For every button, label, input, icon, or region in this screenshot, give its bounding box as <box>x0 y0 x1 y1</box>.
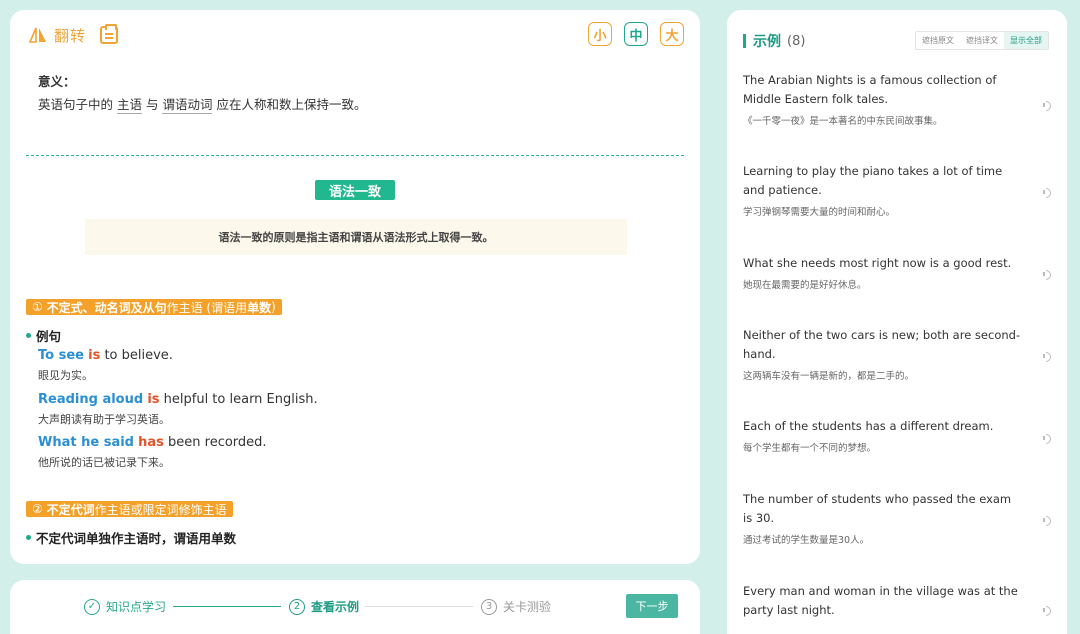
examples-title: 示例 <box>753 34 781 50</box>
font-large-button[interactable]: 大 <box>660 22 684 46</box>
example-rest: helpful to learn English. <box>159 392 318 407</box>
knowledge-panel: 翻转 小 中 大 意义： 英语句子中的 主语 与 谓语动词 应在人称和数上保持一… <box>10 10 700 564</box>
display-mode-tabs: 遮挡原文 遮挡译文 显示全部 <box>915 31 1049 50</box>
example-zh: 眼见为实。 <box>38 369 93 382</box>
sentence-zh: 《一千零一夜》是一本著名的中东民间故事集。 <box>743 116 943 127</box>
list-item: Every man and woman in the village was a… <box>743 582 1051 624</box>
meaning-mid: 与 <box>142 97 163 112</box>
stepper-bar: ✓ 知识点学习 2 查看示例 3 关卡测验 下一步 <box>10 580 700 634</box>
list-item: The Arabian Nights is a famous collectio… <box>743 71 1051 127</box>
example-item: To see is to believe. 眼见为实。 <box>38 348 173 383</box>
example-en: What he said has been recorded. <box>38 435 267 450</box>
font-small-button[interactable]: 小 <box>588 22 612 46</box>
step-examples-label: 查看示例 <box>311 600 360 614</box>
step-examples[interactable]: 2 查看示例 <box>289 598 359 615</box>
sentence-en: What she needs most right now is a good … <box>743 256 1012 270</box>
example-zh: 大声朗读有助于学习英语。 <box>38 413 170 426</box>
speaker-icon[interactable] <box>1043 605 1051 616</box>
speaker-icon[interactable] <box>1043 187 1051 198</box>
step-number-icon: 2 <box>289 598 305 615</box>
example-item: Reading aloud is helpful to learn Englis… <box>38 392 318 427</box>
example-subject: To see <box>38 348 84 363</box>
example-item: What he said has been recorded. 他所说的话已被记… <box>38 435 267 470</box>
section-1-bold2: 单数 <box>247 300 272 315</box>
section-1-end: ) <box>271 300 276 314</box>
section-2-bold: 不定代词 <box>46 502 95 517</box>
sentence-en: Each of the students has a different dre… <box>743 419 994 433</box>
step-connector <box>173 606 281 607</box>
divider <box>26 155 684 156</box>
example-zh: 他所说的话已被记录下来。 <box>38 456 170 469</box>
meaning-title: 意义： <box>38 74 76 89</box>
tab-hide-original[interactable]: 遮挡原文 <box>916 32 960 49</box>
list-item: The number of students who passed the ex… <box>743 490 1051 546</box>
section-2-tag: ② 不定代词 作主语或限定词修饰主语 <box>26 501 233 517</box>
flip-icon[interactable] <box>28 26 48 44</box>
list-item: Learning to play the piano takes a lot o… <box>743 162 1051 218</box>
examples-count: (8) <box>787 33 806 49</box>
section-1-plain: 作主语 (谓语用 <box>166 300 248 315</box>
sentence-zh: 每个学生都有一个不同的梦想。 <box>743 443 877 454</box>
panel-header: 翻转 <box>28 24 119 46</box>
example-verb: is <box>88 348 101 363</box>
check-icon: ✓ <box>84 598 100 615</box>
rule-bullet: 不定代词单独作主语时，谓语用单数 <box>26 528 236 547</box>
example-subject: Reading aloud <box>38 392 144 407</box>
sentence-zh: 这两辆车没有一辆是新的，都是二手的。 <box>743 371 915 382</box>
sentence-en: The number of students who passed the ex… <box>743 492 1012 525</box>
speaker-icon[interactable] <box>1043 351 1051 362</box>
examples-panel: 示例 (8) 遮挡原文 遮挡译文 显示全部 The Arabian Nights… <box>727 10 1067 634</box>
term-subject[interactable]: 主语 <box>116 97 142 114</box>
sentence-en: Every man and woman in the village was a… <box>743 584 1018 617</box>
sentence-en: The Arabian Nights is a famous collectio… <box>743 73 997 106</box>
meaning-prefix: 英语句子中的 <box>38 97 117 112</box>
tab-show-all[interactable]: 显示全部 <box>1004 32 1048 49</box>
meaning-suffix: 应在人称和数上保持一致。 <box>212 97 367 112</box>
example-verb: is <box>147 392 160 407</box>
list-item: What she needs most right now is a good … <box>743 254 1051 291</box>
example-verb: has <box>138 435 164 450</box>
font-medium-button[interactable]: 中 <box>624 22 648 46</box>
section-2-number: ② <box>32 502 43 516</box>
list-item: Each of the students has a different dre… <box>743 417 1051 454</box>
clipboard-icon[interactable] <box>100 24 119 44</box>
section-2-plain: 作主语或限定词修饰主语 <box>94 502 227 517</box>
sentence-zh: 学习弹钢琴需要大量的时间和耐心。 <box>743 207 896 218</box>
step-learn[interactable]: ✓ 知识点学习 <box>84 598 166 615</box>
grammar-note: 语法一致的原则是指主语和谓语从语法形式上取得一致。 <box>85 219 627 255</box>
flip-label[interactable]: 翻转 <box>54 25 86 46</box>
section-1-tag: ① 不定式、动名词及从句 作主语 (谓语用 单数) <box>26 299 282 315</box>
next-step-button[interactable]: 下一步 <box>626 594 678 618</box>
speaker-icon[interactable] <box>1043 515 1051 526</box>
example-en: To see is to believe. <box>38 348 173 363</box>
example-subject: What he said <box>38 435 134 450</box>
section-1-bold: 不定式、动名词及从句 <box>46 300 167 315</box>
step-quiz[interactable]: 3 关卡测验 <box>481 598 551 615</box>
sentence-en: Learning to play the piano takes a lot o… <box>743 164 1003 197</box>
step-learn-label: 知识点学习 <box>106 600 167 614</box>
list-item: Neither of the two cars is new; both are… <box>743 326 1051 382</box>
header-accent-bar <box>743 34 746 48</box>
speaker-icon[interactable] <box>1043 433 1051 444</box>
sentence-zh: 通过考试的学生数量是30人。 <box>743 535 870 546</box>
example-bullet: 例句 <box>26 326 61 345</box>
examples-header: 示例 (8) <box>743 31 805 51</box>
example-rest: been recorded. <box>163 435 267 450</box>
grammar-tag: 语法一致 <box>315 180 395 200</box>
speaker-icon[interactable] <box>1043 269 1051 280</box>
example-rest: to believe. <box>100 348 173 363</box>
step-quiz-label: 关卡测验 <box>503 600 552 614</box>
example-en: Reading aloud is helpful to learn Englis… <box>38 392 318 407</box>
step-number-icon: 3 <box>481 598 497 615</box>
term-predicate[interactable]: 谓语动词 <box>162 97 213 114</box>
step-connector <box>365 606 473 607</box>
font-size-switch: 小 中 大 <box>588 22 684 46</box>
sentence-zh: 她现在最需要的是好好休息。 <box>743 280 867 291</box>
section-1-number: ① <box>32 300 43 314</box>
speaker-icon[interactable] <box>1043 100 1051 111</box>
meaning-text: 英语句子中的 主语 与 谓语动词 应在人称和数上保持一致。 <box>38 94 367 114</box>
tab-hide-translation[interactable]: 遮挡译文 <box>960 32 1004 49</box>
sentence-en: Neither of the two cars is new; both are… <box>743 328 1021 361</box>
